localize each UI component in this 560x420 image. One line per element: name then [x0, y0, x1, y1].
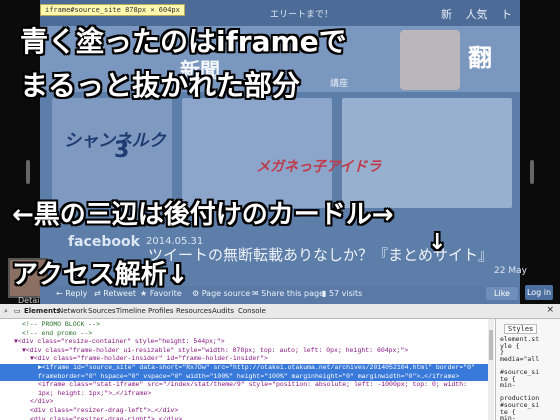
banner-sub: 講座: [330, 79, 349, 89]
share-label: Share this page: [261, 289, 324, 298]
dom-tree-line[interactable]: </div>: [0, 398, 492, 407]
dom-tree-line[interactable]: <!-- PROMO BLOCK -->: [0, 321, 492, 330]
tab-resources[interactable]: Resources: [176, 307, 212, 315]
visits-count: ▮ 57 visits: [322, 289, 363, 298]
close-icon[interactable]: ×: [546, 305, 554, 315]
frame-border-right: [520, 0, 560, 304]
site-tagline: エリートまで！: [270, 10, 334, 20]
search-icon[interactable]: ⌕: [4, 307, 8, 316]
like-button[interactable]: Like: [486, 287, 518, 300]
resize-handle-left[interactable]: [26, 160, 30, 184]
dom-tree-line[interactable]: ▼<div class="resize-container" style="he…: [0, 338, 492, 347]
annotation-arrow: ↓: [428, 230, 447, 255]
tab-elements[interactable]: Elements: [24, 307, 60, 315]
tweet-date: 22 May: [494, 266, 527, 276]
banner-character-image: [400, 30, 460, 90]
thumbnail-2-title: メガネっ子アイドラ: [256, 159, 382, 175]
dom-tree-line[interactable]: <div class="resizer-drag-left">…</div>: [0, 407, 492, 416]
nav-item-popular[interactable]: 人気: [466, 8, 488, 21]
nav-item-top[interactable]: ト: [501, 8, 512, 21]
visits-label: 57 visits: [328, 289, 363, 298]
elements-scrollbar-thumb[interactable]: [489, 330, 493, 360]
annotation-line-3: ←黒の三辺は後付けのカードル→: [12, 200, 394, 230]
styles-pane: Styles element.st yle {} media="all #source…: [495, 319, 560, 420]
annotation-line-1: 青く塗ったのはiframeで: [20, 25, 347, 58]
dom-tree-line[interactable]: 1px; height: 1px;">…</iframe>: [0, 390, 492, 399]
site-nav: 新 人気 ト: [431, 6, 512, 22]
dom-tree-line[interactable]: ►<iframe id="source_site" data-short="Rx…: [0, 364, 492, 373]
banner-word: 翻: [468, 43, 492, 72]
elements-tree[interactable]: <!-- PROMO BLOCK --> <!-- end promo --> ▼<…: [0, 319, 492, 420]
dom-tree-line[interactable]: <div class="resizer-drag-right">…</div>: [0, 416, 492, 420]
tab-audits[interactable]: Audits: [212, 307, 234, 315]
style-rule-line: min-: [500, 414, 516, 420]
dom-tree-line[interactable]: <!-- end promo -->: [0, 330, 492, 339]
style-rule-line: media="all: [500, 354, 540, 363]
dom-tree-line[interactable]: ▼<div class="frame-holder-insider" id="f…: [0, 355, 492, 364]
dom-tree-line[interactable]: <iframe class="stat-iframe" src="/index/…: [0, 381, 492, 390]
device-icon[interactable]: ▭: [14, 307, 21, 315]
inspector-tooltip: iframe#source_site 878px × 604px: [40, 4, 185, 16]
tab-timeline[interactable]: Timeline: [116, 307, 146, 315]
tab-profiles[interactable]: Profiles: [148, 307, 173, 315]
tab-network[interactable]: Network: [58, 307, 87, 315]
facebook-label[interactable]: facebook: [68, 234, 140, 250]
login-button[interactable]: Log in: [525, 285, 553, 300]
thumbnail-2[interactable]: [182, 98, 332, 208]
dom-tree-line[interactable]: ▼<div class="frame-holder ui-resizable" …: [0, 347, 492, 356]
tab-console[interactable]: Console: [238, 307, 266, 315]
devtools-toolbar: ⌕ ▭ Elements Network Sources Timeline Pr…: [0, 304, 560, 319]
tab-sources[interactable]: Sources: [88, 307, 116, 315]
thumbnail-3[interactable]: [342, 98, 512, 208]
share-button[interactable]: ✉ Share this page: [252, 289, 324, 298]
thumbnail-1-number: 3: [114, 138, 130, 163]
annotation-line-2: まるっと抜かれた部分: [20, 69, 301, 102]
dom-tree-line[interactable]: frameborder="0" hspace="0" vspace="0" wi…: [0, 372, 492, 382]
thumbnail-1[interactable]: [52, 98, 172, 208]
style-rule-line: min-: [500, 381, 516, 390]
page-source-label: Page source: [201, 289, 251, 298]
page-source-button[interactable]: ⚙ Page source: [192, 289, 250, 298]
nav-item-new[interactable]: 新: [441, 8, 452, 21]
annotation-line-5: アクセス解析↓: [12, 260, 189, 290]
resize-handle-right[interactable]: [530, 160, 534, 184]
tab-styles[interactable]: Styles: [504, 324, 538, 335]
